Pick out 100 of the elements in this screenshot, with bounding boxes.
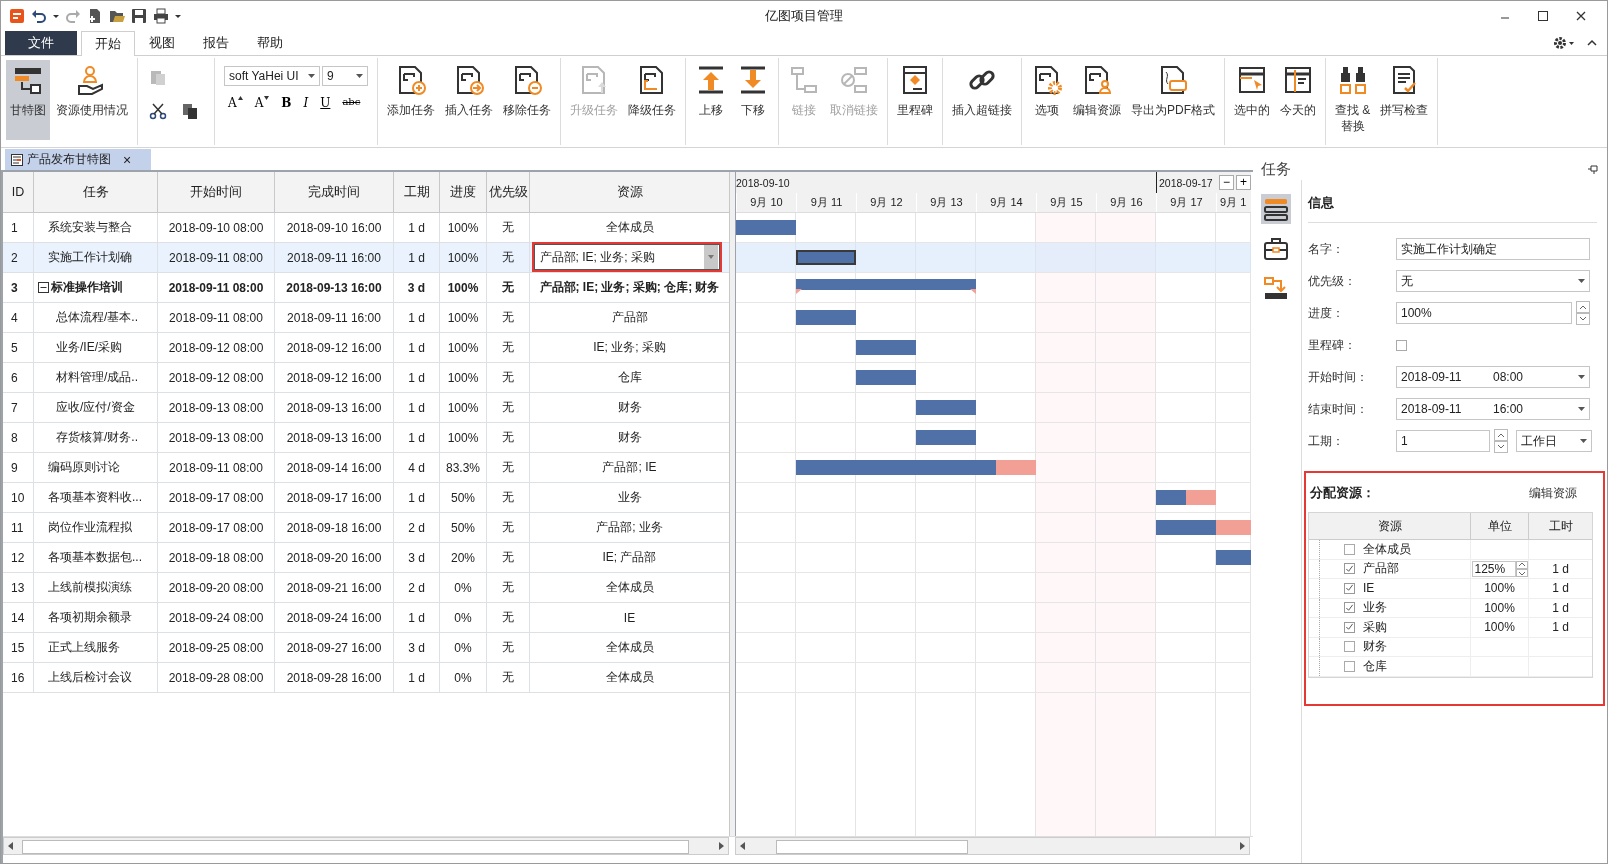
close-tab-button[interactable]: × <box>123 151 132 168</box>
text-field[interactable]: 实施工作计划确定 <box>1396 238 1590 260</box>
menu-tab[interactable]: 视图 <box>135 31 189 55</box>
checkbox[interactable] <box>1396 339 1407 351</box>
cut-icon[interactable] <box>149 102 167 120</box>
font-size-select[interactable]: 9 <box>322 66 368 86</box>
selected-row[interactable]: 2 实施工作计划确 2018-09-11 08:00 2018-09-11 16:00 1 d 100% 无 产品部; IE; 业务; 采购 <box>3 243 729 273</box>
ribbon-button[interactable]: 资源使用情况 <box>52 60 132 140</box>
column-header[interactable]: 资源 <box>530 172 729 212</box>
unit-field[interactable]: 125% <box>1471 560 1516 577</box>
print-icon[interactable] <box>153 8 169 24</box>
italic-button[interactable]: I <box>299 94 313 112</box>
checkbox[interactable] <box>1344 660 1355 672</box>
table-row[interactable]: 15 正式上线服务 2018-09-25 08:00 2018-09-27 16:00 3 d 0% 无 全体成员 <box>3 633 729 663</box>
ribbon-button[interactable]: 插入超链接 <box>948 60 1016 140</box>
table-row[interactable]: 14 各项初期余额录 2018-09-24 08:00 2018-09-24 16:00 1 d 0% 无 IE <box>3 603 729 633</box>
bold-button[interactable]: B <box>277 94 296 112</box>
ribbon-button[interactable]: 上移 <box>691 60 731 140</box>
column-header[interactable]: 优先级 <box>487 172 530 212</box>
save-icon[interactable] <box>131 8 147 24</box>
table-row[interactable]: 16 上线后检讨会议 2018-09-28 08:00 2018-09-28 16:00 1 d 0% 无 全体成员 <box>3 663 729 693</box>
copy-icon[interactable] <box>181 102 199 120</box>
collapse-toggle[interactable] <box>38 282 49 293</box>
close-icon[interactable] <box>1575 10 1587 22</box>
edit-resources-link[interactable]: 编辑资源 <box>1529 485 1577 502</box>
spinner-icon[interactable] <box>1576 301 1590 325</box>
caret-icon[interactable] <box>1578 407 1585 411</box>
ribbon-button[interactable]: 选中的 <box>1230 60 1274 140</box>
column-header[interactable]: 完成时间 <box>275 172 394 212</box>
ribbon-button[interactable]: 添加任务 <box>383 60 439 140</box>
checkbox[interactable] <box>1344 641 1355 653</box>
ribbon-button[interactable]: 插入任务 <box>441 60 497 140</box>
collapse-ribbon-icon[interactable] <box>1587 38 1597 48</box>
horizontal-scrollbar[interactable] <box>3 837 729 855</box>
menu-tab[interactable]: 开始 <box>81 31 135 56</box>
column-header[interactable]: ID <box>3 172 34 212</box>
ribbon-button[interactable]: 选项 <box>1027 60 1067 140</box>
horizontal-scrollbar[interactable] <box>735 837 1250 855</box>
spinner-icon[interactable] <box>1494 429 1508 453</box>
ribbon-button[interactable]: 编辑资源 <box>1069 60 1125 140</box>
font-family-select[interactable]: soft YaHei UI <box>224 66 320 86</box>
settings-icon[interactable] <box>1553 36 1575 50</box>
maximize-icon[interactable] <box>1537 10 1549 22</box>
caret-icon[interactable] <box>308 74 315 78</box>
spinner-icon[interactable] <box>1515 560 1528 577</box>
checkbox[interactable] <box>1344 621 1355 633</box>
column-header[interactable]: 进度 <box>440 172 487 212</box>
column-header[interactable]: 单位 <box>1471 513 1529 539</box>
table-row[interactable]: 11 岗位作业流程拟 2018-09-17 08:00 2018-09-18 16:00 2 d 50% 无 产品部; 业务 <box>3 513 729 543</box>
document-tab[interactable]: 产品发布甘特图 × <box>5 149 152 170</box>
checkbox[interactable] <box>1344 543 1355 555</box>
ribbon-button[interactable]: 导出为PDF格式 <box>1127 60 1219 140</box>
shrink-font-button[interactable]: A <box>250 94 274 112</box>
column-header[interactable]: 任务 <box>34 172 158 212</box>
open-folder-icon[interactable] <box>109 8 125 24</box>
table-row[interactable]: 13 上线前模拟演练 2018-09-20 08:00 2018-09-21 16:00 2 d 0% 无 全体成员 <box>3 573 729 603</box>
column-header[interactable]: 开始时间 <box>158 172 275 212</box>
ribbon-button[interactable]: 查找 & 替换 <box>1331 60 1375 140</box>
column-header[interactable]: 资源 <box>1309 513 1471 539</box>
table-row[interactable]: 9 编码原则讨论 2018-09-11 08:00 2018-09-14 16:00 4 d 83.3% 无 产品部; IE <box>3 453 729 483</box>
grow-font-button[interactable]: A <box>224 94 247 112</box>
new-file-icon[interactable] <box>87 8 103 24</box>
table-row[interactable]: 12 各项基本数据包... 2018-09-18 08:00 2018-09-20 16:00 3 d 20% 无 IE; 产品部 <box>3 543 729 573</box>
table-row[interactable]: 3 标准操作培训 2018-09-11 08:00 2018-09-13 16:00 3 d 100% 无 产品部; IE; 业务; 采购; 仓库; 财务 <box>3 273 729 303</box>
menu-tab[interactable]: 帮助 <box>243 31 297 55</box>
ribbon-button[interactable]: 甘特图 <box>6 60 50 140</box>
menu-tab[interactable]: 报告 <box>189 31 243 55</box>
zoom-out-button[interactable]: − <box>1219 175 1234 190</box>
caret-icon[interactable] <box>1578 279 1585 283</box>
ribbon-button[interactable]: 移除任务 <box>499 60 555 140</box>
table-row[interactable]: 5 业务/IE/采购 2018-09-12 08:00 2018-09-12 16:00 1 d 100% 无 IE; 业务; 采购 <box>3 333 729 363</box>
datetime-field[interactable]: 2018-09-11 08:00 <box>1396 366 1590 388</box>
task-list-icon[interactable] <box>1261 194 1291 224</box>
caret-icon[interactable] <box>1578 375 1585 379</box>
column-header[interactable]: 工时 <box>1529 513 1592 539</box>
table-row[interactable]: 10 各项基本资料收... 2018-09-17 08:00 2018-09-17 16:00 1 d 50% 无 业务 <box>3 483 729 513</box>
table-row[interactable]: 8 存货核算/财务.. 2018-09-13 08:00 2018-09-13 16:00 1 d 100% 无 财务 <box>3 423 729 453</box>
dropdown-field[interactable]: 工作日 <box>1516 430 1592 452</box>
ribbon-button[interactable]: 拼写检查 <box>1376 60 1433 140</box>
column-header[interactable]: 工期 <box>394 172 440 212</box>
table-row[interactable]: 6 材料管理/成品.. 2018-09-12 08:00 2018-09-12 16:00 1 d 100% 无 仓库 <box>3 363 729 393</box>
table-row[interactable]: 4 总体流程/基本.. 2018-09-11 08:00 2018-09-11 16:00 1 d 100% 无 产品部 <box>3 303 729 333</box>
dropdown-field[interactable]: 无 <box>1396 270 1590 292</box>
caret-icon[interactable] <box>1580 439 1587 443</box>
zoom-in-button[interactable]: + <box>1236 175 1251 190</box>
datetime-field[interactable]: 2018-09-11 16:00 <box>1396 398 1590 420</box>
resource-dropdown[interactable]: 产品部; IE; 业务; 采购 <box>531 242 722 272</box>
ribbon-button[interactable]: 今天的 <box>1276 60 1320 140</box>
ribbon-button[interactable]: 下移 <box>733 60 773 140</box>
number-field[interactable]: 1 <box>1396 430 1490 452</box>
caret-icon[interactable] <box>356 74 363 78</box>
menu-tab[interactable]: 文件 <box>5 31 77 55</box>
ribbon-button[interactable]: 里程碑 <box>893 60 937 140</box>
number-field[interactable]: 100% <box>1396 302 1572 324</box>
checkbox[interactable] <box>1344 602 1355 614</box>
strikethrough-button[interactable]: abc <box>338 94 365 112</box>
pin-icon[interactable] <box>1587 163 1599 175</box>
undo-icon[interactable] <box>31 8 47 24</box>
ribbon-button[interactable]: 降级任务 <box>624 60 680 140</box>
checkbox[interactable] <box>1344 563 1355 575</box>
